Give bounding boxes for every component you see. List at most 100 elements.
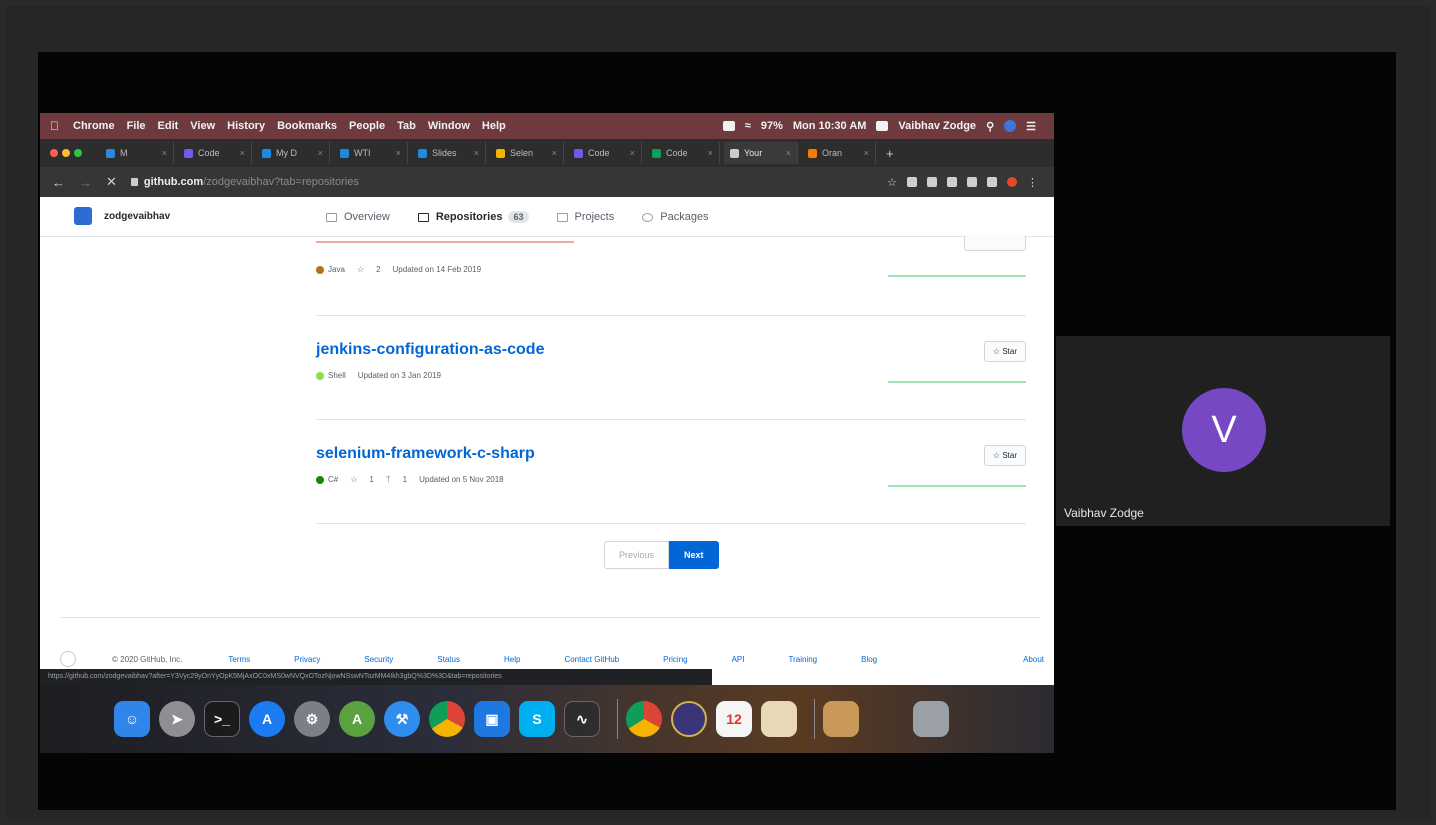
close-tab-icon[interactable]: × — [474, 148, 479, 158]
menu-item-bookmarks[interactable]: Bookmarks — [277, 120, 337, 132]
system-preferences-icon[interactable]: ⚙ — [294, 701, 330, 737]
footer-link-help[interactable]: Help — [504, 655, 520, 664]
browser-tab[interactable]: Code × — [646, 142, 720, 164]
repo-name-link[interactable]: jenkins-configuration-as-code — [316, 341, 1026, 359]
github-logo-icon[interactable] — [60, 651, 76, 667]
repo-forks[interactable]: 1 — [403, 475, 407, 484]
extension-icon[interactable] — [947, 177, 957, 187]
xcode-icon[interactable]: ⚒ — [384, 701, 420, 737]
stop-loading-icon[interactable]: ✕ — [106, 174, 117, 190]
cloud-icon[interactable] — [722, 121, 735, 131]
star-button[interactable] — [964, 235, 1026, 251]
browser-tab[interactable]: WTI × — [334, 142, 408, 164]
browser-tab[interactable]: Selen × — [490, 142, 564, 164]
tab-overview[interactable]: Overview — [326, 197, 390, 237]
browser-tab[interactable]: Your × — [724, 142, 798, 164]
star-count-icon[interactable]: ☆ — [357, 265, 364, 274]
menubar-clock[interactable]: Mon 10:30 AM — [793, 120, 867, 132]
chrome-icon[interactable] — [626, 701, 662, 737]
repo-name-link[interactable]: selenium-framework-c-sharp — [316, 445, 1026, 463]
spotlight-search-icon[interactable]: ⚲ — [986, 120, 994, 133]
menu-item-tab[interactable]: Tab — [397, 120, 416, 132]
trash-icon[interactable] — [913, 701, 949, 737]
previous-page-button[interactable]: Previous — [604, 541, 670, 569]
back-arrow-icon[interactable]: ← — [52, 175, 65, 190]
user-avatar[interactable] — [74, 207, 92, 225]
next-page-button[interactable]: Next — [669, 541, 719, 569]
url-field[interactable]: github.com /zodgevaibhav?tab=repositorie… — [130, 176, 359, 188]
browser-menu-icon[interactable]: ⋮ — [1027, 176, 1038, 189]
menu-item-history[interactable]: History — [227, 120, 265, 132]
android-studio-icon[interactable]: A — [339, 701, 375, 737]
footer-link-pricing[interactable]: Pricing — [663, 655, 687, 664]
eclipse-icon[interactable] — [671, 701, 707, 737]
browser-tab[interactable]: My D × — [256, 142, 330, 164]
downloads-stack-icon[interactable] — [868, 701, 904, 737]
fork-icon[interactable]: ᛉ — [386, 475, 391, 484]
participant-tile[interactable]: V Vaibhav Zodge — [1056, 336, 1390, 526]
browser-tab[interactable]: M × — [100, 142, 174, 164]
browser-tab[interactable]: Oran × — [802, 142, 876, 164]
close-tab-icon[interactable]: × — [162, 148, 167, 158]
profile-username[interactable]: zodgevaibhav — [104, 211, 170, 222]
tab-projects[interactable]: Projects — [556, 197, 614, 237]
footer-link-terms[interactable]: Terms — [228, 655, 250, 664]
wifi-icon[interactable]: ≈ — [745, 120, 751, 132]
extension-icon[interactable] — [967, 177, 977, 187]
apple-icon[interactable]:  — [50, 119, 59, 133]
close-tab-icon[interactable]: × — [864, 148, 869, 158]
star-button[interactable]: ☆ Star — [983, 341, 1026, 362]
photo-thumbnail-icon[interactable] — [823, 701, 859, 737]
extension-icon[interactable] — [927, 177, 937, 187]
finder-icon[interactable]: ☺ — [114, 701, 150, 737]
profile-avatar-icon[interactable] — [1007, 177, 1017, 187]
siri-icon[interactable] — [1004, 120, 1017, 132]
star-count-icon[interactable]: ☆ — [350, 475, 357, 484]
extension-icon[interactable] — [907, 177, 917, 187]
forward-arrow-icon[interactable]: → — [79, 175, 92, 190]
browser-tab[interactable]: Slides × — [412, 142, 486, 164]
chrome-icon[interactable] — [429, 701, 465, 737]
menu-item-people[interactable]: People — [349, 120, 385, 132]
footer-link-status[interactable]: Status — [437, 655, 460, 664]
footer-link-training[interactable]: Training — [789, 655, 818, 664]
extension-icon[interactable] — [987, 177, 997, 187]
launchpad-icon[interactable]: ➤ — [159, 701, 195, 737]
repo-stars[interactable]: 2 — [376, 265, 380, 274]
menu-item-help[interactable]: Help — [482, 120, 506, 132]
activity-monitor-icon[interactable]: ∿ — [564, 701, 600, 737]
battery-text[interactable]: 97% — [761, 120, 783, 132]
footer-link-api[interactable]: API — [732, 655, 745, 664]
footer-link-about[interactable]: About — [1023, 655, 1044, 664]
tab-repositories[interactable]: Repositories 63 — [417, 197, 529, 237]
menu-item-window[interactable]: Window — [428, 120, 470, 132]
menu-item-chrome[interactable]: Chrome — [73, 120, 115, 132]
close-tab-icon[interactable]: × — [630, 148, 635, 158]
browser-tab[interactable]: Code × — [178, 142, 252, 164]
skype-icon[interactable]: S — [519, 701, 555, 737]
close-tab-icon[interactable]: × — [786, 148, 791, 158]
calendar-icon[interactable]: 12 — [716, 701, 752, 737]
user-icon[interactable] — [876, 121, 889, 131]
footer-link-contact[interactable]: Contact GitHub — [564, 655, 619, 664]
close-tab-icon[interactable]: × — [708, 148, 713, 158]
terminal-icon[interactable]: >_ — [204, 701, 240, 737]
close-tab-icon[interactable]: × — [552, 148, 557, 158]
tab-packages[interactable]: Packages — [642, 197, 709, 237]
minimize-window-icon[interactable] — [62, 149, 70, 157]
footer-link-security[interactable]: Security — [364, 655, 393, 664]
footer-link-blog[interactable]: Blog — [861, 655, 877, 664]
menu-item-edit[interactable]: Edit — [158, 120, 179, 132]
menu-item-view[interactable]: View — [190, 120, 215, 132]
app-store-icon[interactable]: A — [249, 701, 285, 737]
menubar-user[interactable]: Vaibhav Zodge — [898, 120, 976, 132]
teamviewer-icon[interactable]: ▣ — [474, 701, 510, 737]
close-window-icon[interactable] — [50, 149, 58, 157]
menu-item-file[interactable]: File — [127, 120, 146, 132]
browser-tab[interactable]: Code × — [568, 142, 642, 164]
close-tab-icon[interactable]: × — [318, 148, 323, 158]
bookmark-star-icon[interactable]: ☆ — [887, 176, 897, 189]
notification-center-icon[interactable]: ☰ — [1026, 120, 1036, 133]
notes-icon[interactable] — [761, 701, 797, 737]
zoom-window-icon[interactable] — [74, 149, 82, 157]
